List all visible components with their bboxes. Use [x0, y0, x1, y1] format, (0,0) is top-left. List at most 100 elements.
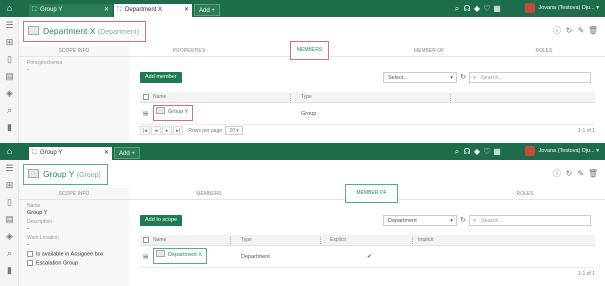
department-icon — [156, 250, 165, 258]
member-of-content: Add to scope Department ▾ ↻ ⌕ Search... Na… — [129, 200, 605, 286]
calculator-icon[interactable]: ▤ — [0, 68, 19, 85]
chart-icon[interactable]: ▮ — [0, 262, 19, 279]
row-type: Department — [241, 254, 270, 260]
select-all-checkbox[interactable] — [143, 235, 152, 246]
escalation-group-checkbox[interactable]: Escalation Group — [19, 257, 129, 267]
refresh-icon[interactable]: ↻ — [459, 215, 467, 226]
grid-icon[interactable]: ⊞ — [0, 34, 19, 51]
info-icon[interactable]: ⓘ — [551, 168, 563, 179]
heart-icon[interactable]: ♡ — [482, 2, 492, 15]
tab-members[interactable]: MEMBERS — [149, 188, 269, 200]
tag-icon[interactable]: ◆ — [472, 145, 482, 158]
info-icon[interactable]: ⓘ — [551, 25, 563, 36]
tab-member-of[interactable]: MEMBER OF — [369, 45, 489, 57]
group-icon — [28, 169, 39, 179]
object-header: Group Y (Group) ⓘ ↻ ✎ 🗑 — [19, 160, 605, 188]
calendar-icon[interactable]: ▦ — [492, 2, 502, 15]
home-icon[interactable]: ⌂ — [4, 146, 15, 157]
search-icon[interactable]: ⌕ — [0, 102, 19, 119]
tab-roles[interactable]: ROLES — [465, 188, 585, 200]
explicit-check-icon: ✔ — [367, 254, 373, 260]
user-menu[interactable]: Jovana (Testova) Dju... ▾ — [525, 2, 599, 15]
chevron-down-icon: ▾ — [450, 75, 453, 81]
layers-icon[interactable]: ◈ — [0, 85, 19, 102]
next-page-button[interactable]: ▸ — [162, 126, 172, 136]
clipboard-icon[interactable]: ▯ — [0, 51, 19, 68]
trash-icon[interactable]: 🗑 — [587, 26, 599, 35]
row-name[interactable]: Department X — [153, 248, 207, 264]
filter-select[interactable]: Department ▾ — [383, 215, 457, 226]
select-all-checkbox[interactable] — [143, 92, 152, 103]
column-explicit[interactable]: Explicit — [330, 235, 346, 246]
tab-scope-info[interactable]: SCOPE INFO — [19, 188, 129, 200]
add-tab-button[interactable]: Add + — [194, 4, 220, 16]
headset-icon[interactable]: ☊ — [462, 145, 472, 158]
column-name[interactable]: Name — [153, 92, 166, 103]
user-menu[interactable]: Jovana (Testova) Dju... ▾ — [525, 145, 599, 158]
tab-group-y[interactable]: ⛶ Group Y ✕ — [29, 4, 112, 17]
search-icon[interactable]: ⌕ — [0, 245, 19, 262]
search-icon: ⌕ — [473, 218, 477, 224]
tab-scope-info[interactable]: SCOPE INFO — [19, 45, 129, 57]
first-page-button[interactable]: |◂ — [140, 126, 150, 136]
column-implicit[interactable]: Implicit — [418, 235, 434, 246]
tab-group-y[interactable]: ⛶ Group Y ✕ — [29, 147, 112, 160]
sidebar: ☰ ⊞ ▯ ▤ ◈ ⌕ ▮ — [0, 160, 19, 286]
search-input[interactable]: ⌕ Search... — [469, 72, 591, 83]
add-tab-button[interactable]: Add + — [114, 147, 140, 159]
window-group-y: ⌂ ⛶ Group Y ✕ Add + ⌕ ☊ ◆ ♡ ▦ Jovana (Testova… — [0, 143, 605, 286]
tab-properties[interactable]: PROPERTIES — [129, 45, 249, 57]
scope-info-panel: SCOPE INFO Name Group Y Description - Wo… — [19, 188, 129, 286]
grid-icon[interactable]: ⊞ — [0, 177, 19, 194]
search-icon[interactable]: ⌕ — [452, 145, 462, 158]
headset-icon[interactable]: ☊ — [462, 2, 472, 15]
search-icon[interactable]: ⌕ — [452, 2, 462, 15]
table-header: Name Type — [140, 92, 595, 103]
refresh-icon[interactable]: ↻ — [459, 72, 467, 83]
field-work-location: Work Location - — [27, 235, 59, 248]
trash-icon[interactable]: 🗑 — [587, 169, 599, 178]
list-icon[interactable]: ☰ — [0, 160, 19, 177]
home-icon[interactable]: ⌂ — [4, 3, 15, 14]
row-name[interactable]: Group Y — [153, 105, 194, 121]
detail-tabs: PROPERTIES MEMBERS MEMBER OF ROLES — [129, 41, 605, 60]
row-menu-icon[interactable]: ▤ — [143, 103, 148, 125]
edit-icon[interactable]: ✎ — [575, 26, 587, 35]
close-tab-icon[interactable]: ✕ — [104, 4, 109, 17]
column-name[interactable]: Name — [153, 235, 166, 246]
search-input[interactable]: ⌕ Search... — [469, 215, 591, 226]
calculator-icon[interactable]: ▤ — [0, 211, 19, 228]
assignee-box-checkbox[interactable]: Is available in Assignee box — [19, 248, 129, 257]
table-header: Name Type Explicit Implicit — [140, 235, 595, 246]
refresh-icon[interactable]: ↻ — [563, 26, 575, 35]
table-row[interactable]: ▤ Department X Department ✔ — [140, 246, 595, 268]
tab-roles[interactable]: ROLES — [484, 45, 604, 57]
add-member-button[interactable]: Add member — [140, 72, 182, 83]
pagination: |◂ ◂ ▸ ▸| Rows per page 20 ▾ 1-1 of 1 — [140, 125, 595, 137]
pagination: 1-1 of 1 — [140, 268, 595, 280]
chart-icon[interactable]: ▮ — [0, 119, 19, 136]
heart-icon[interactable]: ♡ — [482, 145, 492, 158]
filter-select[interactable]: Select... ▾ — [383, 72, 457, 83]
add-to-scope-button[interactable]: Add to scope — [140, 215, 183, 226]
prev-page-button[interactable]: ◂ — [151, 126, 161, 136]
table-row[interactable]: ▤ Group Y Group — [140, 103, 595, 125]
page-title: Group Y (Group) — [23, 164, 108, 185]
rows-per-page-select[interactable]: 20 ▾ — [225, 126, 243, 136]
close-tab-icon[interactable]: ✕ — [104, 147, 109, 160]
column-type[interactable]: Type — [241, 235, 252, 246]
row-menu-icon[interactable]: ▤ — [143, 246, 148, 268]
edit-icon[interactable]: ✎ — [575, 169, 587, 178]
layers-icon[interactable]: ◈ — [0, 228, 19, 245]
refresh-icon[interactable]: ↻ — [563, 169, 575, 178]
toolbar-icons: ⌕ ☊ ◆ ♡ ▦ — [452, 145, 502, 158]
tag-icon[interactable]: ◆ — [472, 2, 482, 15]
detail-tabs: MEMBERS MEMBER OF ROLES — [129, 184, 605, 203]
tab-department-x[interactable]: ⛶ Department X ✕ — [114, 4, 192, 17]
clipboard-icon[interactable]: ▯ — [0, 194, 19, 211]
list-icon[interactable]: ☰ — [0, 17, 19, 34]
column-type[interactable]: Type — [301, 92, 312, 103]
calendar-icon[interactable]: ▦ — [492, 145, 502, 158]
last-page-button[interactable]: ▸| — [173, 126, 183, 136]
close-tab-icon[interactable]: ✕ — [184, 4, 189, 17]
